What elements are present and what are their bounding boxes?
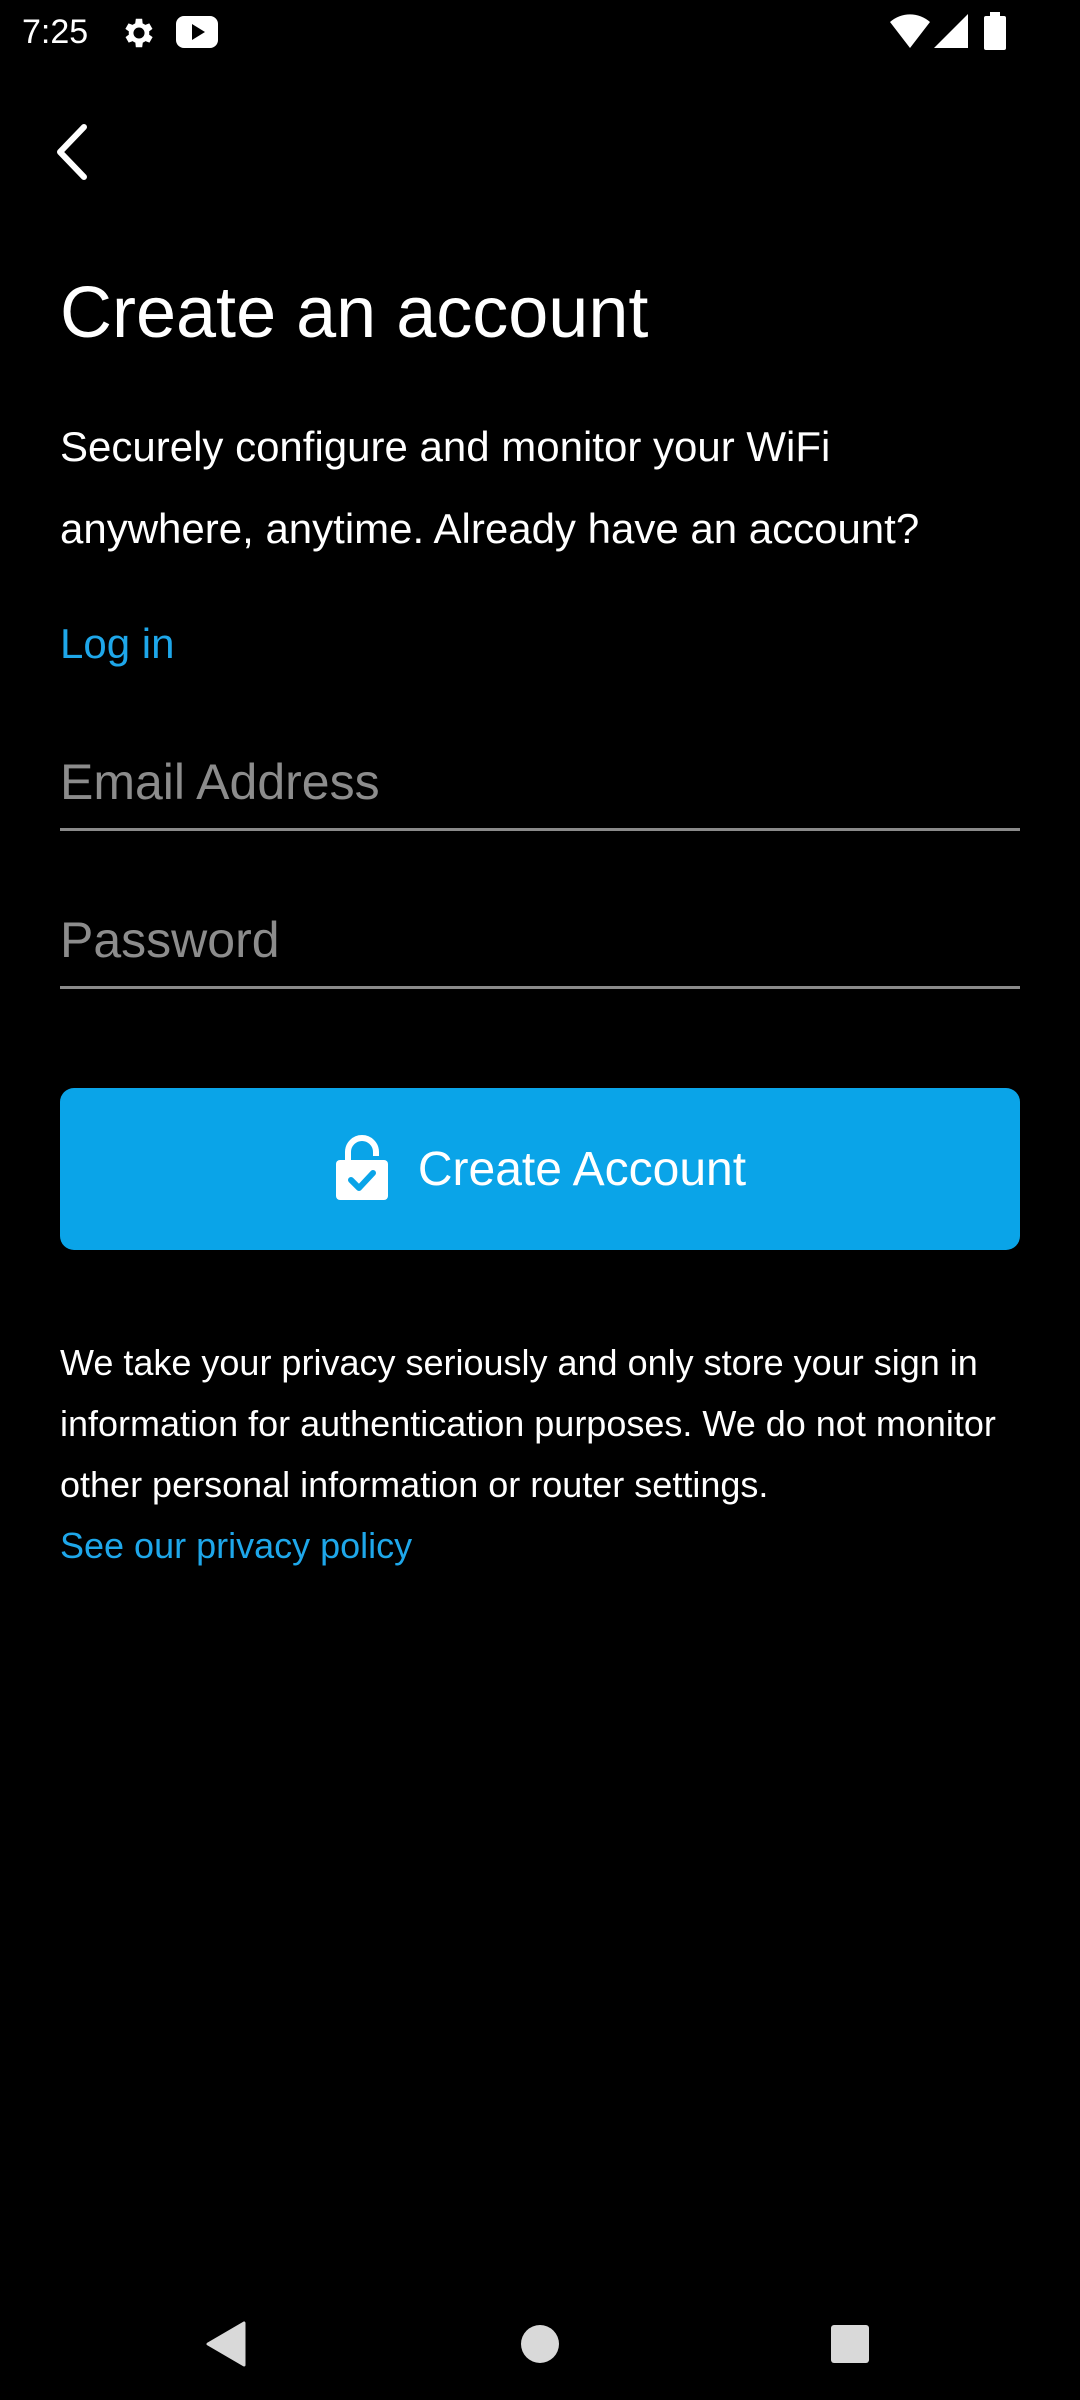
page-subtitle: Securely configure and monitor your WiFi… — [60, 423, 920, 552]
nav-recents-button[interactable] — [810, 2306, 890, 2386]
create-account-button[interactable]: Create Account — [60, 1088, 1020, 1250]
battery-icon — [984, 12, 1006, 55]
settings-icon — [120, 14, 158, 57]
nav-back-button[interactable] — [186, 2306, 266, 2386]
page-title: Create an account — [60, 273, 649, 353]
password-field[interactable] — [60, 894, 1020, 989]
signal-icon — [934, 14, 968, 53]
nav-home-button[interactable] — [500, 2306, 580, 2386]
privacy-text: We take your privacy seriously and only … — [60, 1342, 996, 1505]
privacy-notice: We take your privacy seriously and only … — [60, 1332, 1020, 1576]
email-field[interactable] — [60, 736, 1020, 831]
wifi-icon — [890, 14, 930, 53]
back-button[interactable] — [40, 118, 104, 190]
chevron-left-icon — [52, 123, 92, 186]
status-time: 7:25 — [22, 13, 89, 51]
nav-recents-icon — [830, 2324, 870, 2369]
privacy-policy-link[interactable]: See our privacy policy — [60, 1515, 1020, 1576]
login-link[interactable]: Log in — [60, 614, 174, 674]
status-bar: 7:25 — [0, 0, 1080, 64]
lock-check-icon — [334, 1134, 390, 1205]
navigation-bar — [0, 2280, 1080, 2400]
nav-home-icon — [520, 2324, 560, 2369]
create-account-label: Create Account — [417, 1142, 747, 1196]
youtube-icon — [176, 16, 218, 53]
nav-back-icon — [204, 2321, 248, 2372]
